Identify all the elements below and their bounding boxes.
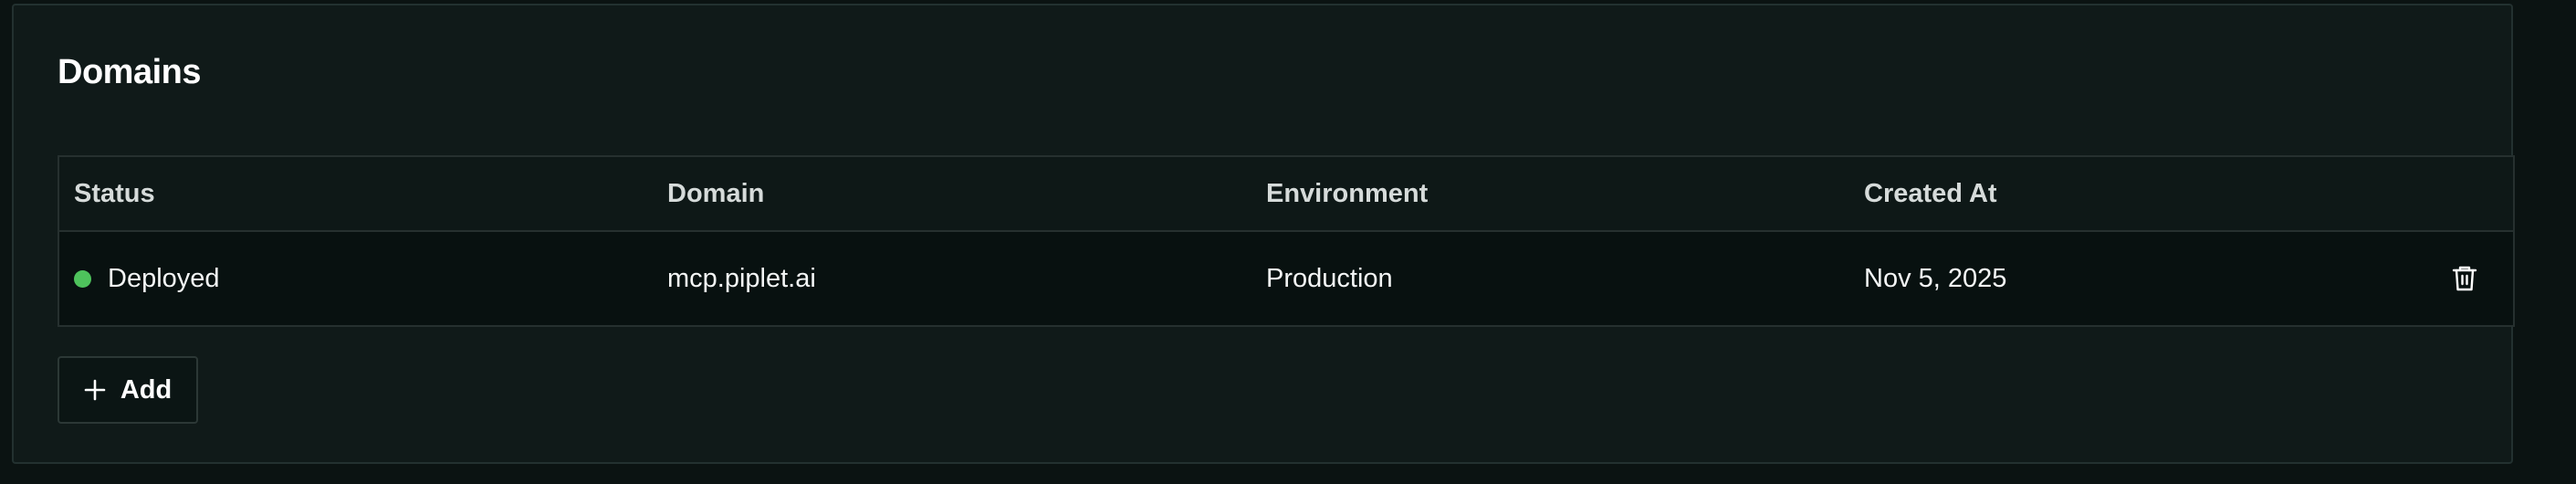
status-label: Deployed <box>108 263 220 293</box>
domain-cell: mcp.piplet.ai <box>667 263 816 293</box>
environment-cell: Production <box>1266 263 1393 293</box>
table-header-row: Status Domain Environment Created At <box>59 157 2513 232</box>
delete-domain-button[interactable] <box>2446 260 2483 297</box>
domains-table: Status Domain Environment Created At Dep… <box>58 155 2515 327</box>
status-indicator-dot <box>74 269 91 288</box>
add-button-label: Add <box>120 374 173 405</box>
column-header-domain[interactable]: Domain <box>667 157 764 230</box>
column-header-status[interactable]: Status <box>74 157 155 230</box>
domains-panel: Domains Status Domain Environment Create… <box>12 4 2515 464</box>
trash-icon <box>2452 266 2477 291</box>
table-row[interactable]: Deployed mcp.piplet.ai Production Nov 5,… <box>59 232 2513 325</box>
section-title: Domains <box>58 53 201 91</box>
plus-icon <box>84 379 106 401</box>
row-actions-cell <box>2446 232 2483 325</box>
status-cell: Deployed <box>74 232 220 325</box>
column-header-environment[interactable]: Environment <box>1266 157 1428 230</box>
add-domain-button[interactable]: Add <box>58 356 198 424</box>
created-at-cell: Nov 5, 2025 <box>1864 263 2007 293</box>
column-header-created-at[interactable]: Created At <box>1864 157 1997 230</box>
